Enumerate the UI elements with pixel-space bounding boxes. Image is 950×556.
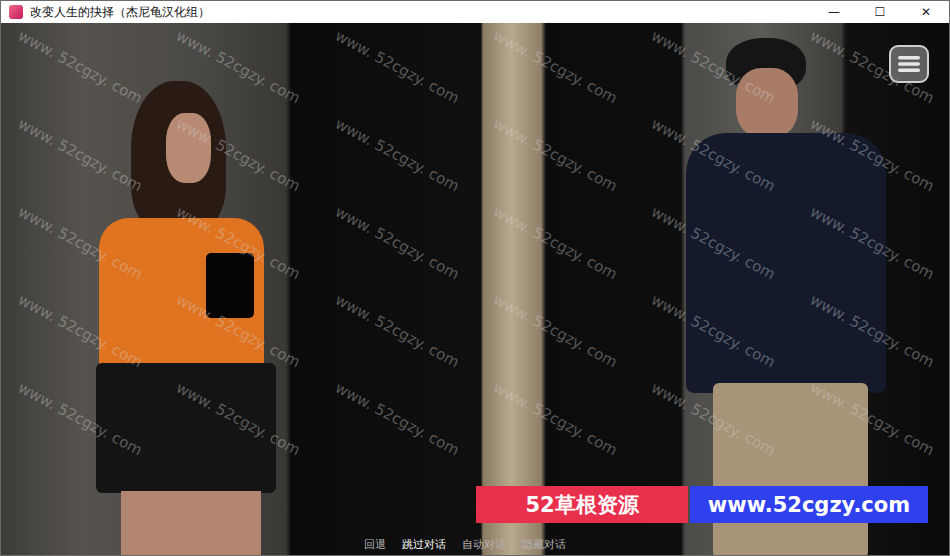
- title-bar: 改变人生的抉择（杰尼龟汉化组）—☐✕: [1, 1, 949, 23]
- hamburger-icon: [897, 54, 921, 74]
- woman-skirt: [96, 363, 276, 493]
- watermark: www. 52cgzy. com: [465, 255, 646, 407]
- watermark: www. 52cgzy. com: [306, 167, 487, 319]
- menu-button[interactable]: [889, 45, 929, 83]
- window-control[interactable]: ☐: [857, 1, 903, 23]
- app-icon: [9, 5, 23, 19]
- quick-menu-item[interactable]: 跳过对话: [402, 538, 446, 552]
- woman-legs: [121, 491, 261, 555]
- watermark: www. 52cgzy. com: [465, 23, 646, 143]
- watermark: www. 52cgzy. com: [306, 343, 487, 495]
- banner-name: 52草根资源: [476, 486, 688, 523]
- window-control[interactable]: ✕: [903, 1, 949, 23]
- watermark: www. 52cgzy. com: [306, 79, 487, 231]
- watermark: www. 52cgzy. com: [781, 23, 949, 143]
- watermark: www. 52cgzy. com: [306, 23, 487, 143]
- scene-image: www. 52cgzy. comwww. 52cgzy. comwww. 52c…: [1, 23, 949, 555]
- banner-url: www.52cgzy.com: [690, 486, 928, 523]
- site-banner[interactable]: 52草根资源www.52cgzy.com: [476, 486, 928, 523]
- watermark: www. 52cgzy. com: [465, 167, 646, 319]
- man-face: [736, 68, 798, 138]
- watermark: www. 52cgzy. com: [306, 255, 487, 407]
- quick-menu-item[interactable]: 隐藏对话: [522, 538, 566, 552]
- phone: [206, 253, 254, 318]
- quick-menu-item[interactable]: 回退: [364, 538, 386, 552]
- window-title: 改变人生的抉择（杰尼龟汉化组）: [30, 4, 811, 21]
- quick-menu-item[interactable]: 自动对话: [462, 538, 506, 552]
- game-window: 改变人生的抉择（杰尼龟汉化组）—☐✕www. 52cgzy. comwww. 5…: [0, 0, 950, 556]
- watermark: www. 52cgzy. com: [465, 79, 646, 231]
- man-pants: [713, 383, 868, 555]
- woman-face: [166, 113, 211, 183]
- watermark: www. 52cgzy. com: [465, 343, 646, 495]
- quick-menu: 回退 跳过对话 自动对话 隐藏对话: [1, 538, 949, 552]
- man-shirt: [686, 133, 886, 393]
- window-control[interactable]: —: [811, 1, 857, 23]
